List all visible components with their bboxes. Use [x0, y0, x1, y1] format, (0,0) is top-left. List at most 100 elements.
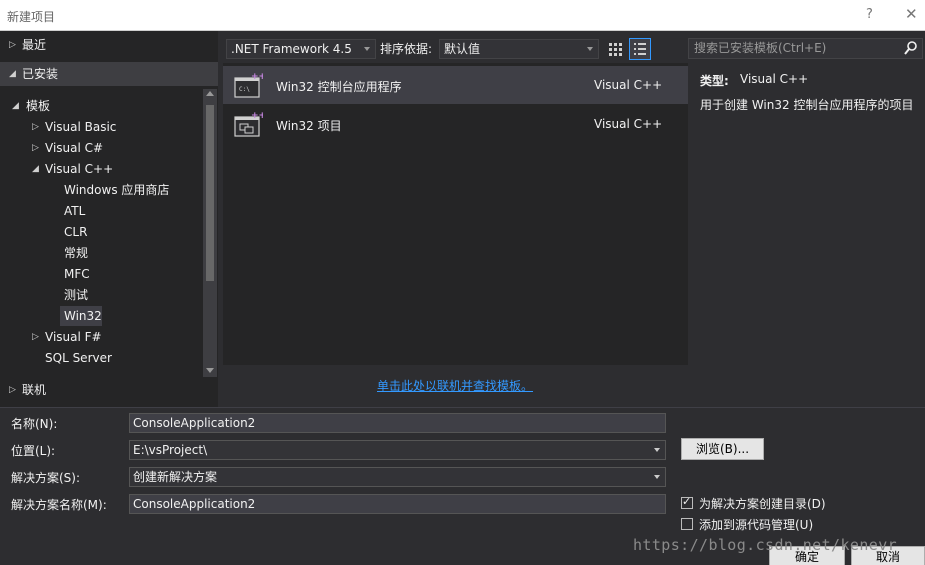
- search-placeholder: 搜索已安装模板(Ctrl+E): [694, 41, 827, 55]
- solution-label: 解决方案(S):: [11, 471, 81, 485]
- svg-text:++: ++: [251, 72, 263, 82]
- solution-select[interactable]: 创建新解决方案: [129, 467, 666, 487]
- template-item-win32-project[interactable]: ++ Win32 项目 Visual C++: [223, 105, 688, 143]
- solution-value: 创建新解决方案: [133, 470, 218, 484]
- scroll-down-icon[interactable]: [206, 368, 214, 373]
- project-name-input[interactable]: ConsoleApplication2: [129, 413, 666, 433]
- solution-name-value: ConsoleApplication2: [133, 497, 256, 511]
- help-button[interactable]: ?: [866, 7, 873, 22]
- tree-item-label: 常规: [64, 246, 89, 260]
- create-directory-label: 为解决方案创建目录(D): [699, 497, 826, 511]
- tree-item-atl[interactable]: ATL: [0, 201, 200, 221]
- location-value: E:\vsProject\: [133, 443, 208, 457]
- tree-item-test[interactable]: 测试: [0, 285, 200, 305]
- tree-item-mfc[interactable]: MFC: [0, 264, 200, 284]
- tree-item-sql-server[interactable]: SQL Server: [0, 348, 200, 368]
- type-value: Visual C++: [740, 72, 809, 86]
- window-title: 新建项目: [7, 10, 56, 24]
- framework-select[interactable]: .NET Framework 4.5: [226, 39, 376, 59]
- section-recent-label: 最近: [22, 38, 47, 52]
- svg-text:C:\: C:\: [239, 86, 250, 93]
- chevron-down-icon: [587, 47, 593, 51]
- tree-item-visual-basic[interactable]: ▷ Visual Basic: [0, 117, 200, 137]
- project-name-value: ConsoleApplication2: [133, 416, 256, 430]
- win32-project-icon: ++: [234, 111, 263, 137]
- list-view-icon: [634, 43, 646, 55]
- template-details-panel: 类型: Visual C++ 用于创建 Win32 控制台应用程序的项目: [688, 63, 925, 365]
- template-item-win32-console[interactable]: C:\ ++ Win32 控制台应用程序 Visual C++: [223, 66, 688, 104]
- template-language: Visual C++: [594, 117, 663, 131]
- tree-item-visual-csharp[interactable]: ▷ Visual C#: [0, 138, 200, 158]
- template-name: Win32 项目: [276, 119, 342, 133]
- watermark: https://blog.csdn.net/kenevr: [633, 536, 898, 554]
- tree-item-visual-cpp[interactable]: ◢ Visual C++: [0, 159, 200, 179]
- chevron-down-icon: [654, 448, 660, 452]
- section-recent[interactable]: ▷ 最近: [0, 33, 218, 57]
- chevron-right-icon: ▷: [32, 122, 39, 132]
- small-icons-view-button[interactable]: [604, 38, 626, 60]
- tree-item-label: SQL Server: [45, 351, 112, 365]
- sort-select[interactable]: 默认值: [439, 39, 599, 59]
- tree-item-label: CLR: [64, 225, 88, 239]
- sort-value: 默认值: [444, 42, 481, 56]
- tree-item-templates[interactable]: ◢ 模板: [0, 96, 200, 116]
- search-icon[interactable]: [903, 40, 919, 56]
- tree-item-label: Visual Basic: [45, 120, 117, 134]
- tree-item-label: 测试: [64, 288, 89, 302]
- solution-name-label: 解决方案名称(M):: [11, 498, 107, 512]
- tree-scrollbar[interactable]: [203, 89, 217, 377]
- chevron-down-icon: [654, 475, 660, 479]
- console-app-icon: C:\ ++: [234, 72, 263, 98]
- chevron-down-icon: ◢: [12, 101, 19, 111]
- list-view-button[interactable]: [629, 38, 651, 60]
- chevron-right-icon: ▷: [9, 385, 16, 395]
- add-source-control-checkbox[interactable]: [681, 518, 693, 530]
- tree-item-clr[interactable]: CLR: [0, 222, 200, 242]
- type-label: 类型:: [700, 74, 729, 88]
- name-label: 名称(N):: [11, 417, 58, 431]
- browse-button[interactable]: 浏览(B)...: [681, 438, 764, 460]
- tree-item-label: Visual C#: [45, 141, 104, 155]
- sort-label: 排序依据:: [380, 42, 433, 56]
- create-directory-checkbox[interactable]: [681, 495, 693, 509]
- template-list: C:\ ++ Win32 控制台应用程序 Visual C++ ++ Win32…: [223, 63, 688, 365]
- location-label: 位置(L):: [11, 444, 56, 458]
- section-installed-label: 已安装: [22, 67, 59, 81]
- tree-item-label: ATL: [64, 204, 86, 218]
- template-language: Visual C++: [594, 78, 663, 92]
- find-templates-online-link[interactable]: 单击此处以联机并查找模板。: [377, 377, 533, 394]
- chevron-right-icon: ▷: [9, 40, 16, 50]
- grid-view-icon: [609, 43, 622, 56]
- chevron-down-icon: ◢: [9, 69, 16, 79]
- tree-item-label: Visual C++: [45, 162, 114, 176]
- chevron-right-icon: ▷: [32, 143, 39, 153]
- tree-item-win32[interactable]: Win32: [60, 306, 102, 326]
- section-online-label: 联机: [22, 383, 47, 397]
- svg-text:++: ++: [251, 111, 263, 121]
- template-description: 用于创建 Win32 控制台应用程序的项目: [700, 98, 914, 112]
- tree-item-label: MFC: [64, 267, 90, 281]
- template-name: Win32 控制台应用程序: [276, 80, 402, 94]
- tree-item-general[interactable]: 常规: [0, 243, 200, 263]
- template-search[interactable]: 搜索已安装模板(Ctrl+E): [688, 38, 923, 59]
- scroll-thumb[interactable]: [206, 105, 214, 281]
- tree-item-visual-fsharp[interactable]: ▷ Visual F#: [0, 327, 200, 347]
- add-source-control-label: 添加到源代码管理(U): [699, 518, 814, 532]
- tree-item-windows-store[interactable]: Windows 应用商店: [0, 180, 200, 200]
- location-combo[interactable]: E:\vsProject\: [129, 440, 666, 460]
- chevron-down-icon: ◢: [32, 164, 39, 174]
- tree-item-label: 模板: [26, 99, 51, 113]
- scroll-up-icon[interactable]: [206, 91, 214, 96]
- solution-name-input[interactable]: ConsoleApplication2: [129, 494, 666, 514]
- chevron-right-icon: ▷: [32, 332, 39, 342]
- template-category-tree: ▷ 最近 ◢ 已安装 ◢ 模板 ▷ Visual Basic ▷ Visual …: [0, 31, 218, 407]
- section-online[interactable]: ▷ 联机: [0, 378, 218, 402]
- close-button[interactable]: ✕: [905, 5, 918, 23]
- framework-value: .NET Framework 4.5: [231, 42, 352, 56]
- tree-item-label: Win32: [64, 309, 102, 323]
- section-installed[interactable]: ◢ 已安装: [0, 62, 218, 86]
- tree-item-label: Visual F#: [45, 330, 102, 344]
- chevron-down-icon: [364, 47, 370, 51]
- tree-item-label: Windows 应用商店: [64, 183, 170, 197]
- title-bar: 新建项目 ? ✕: [0, 0, 925, 31]
